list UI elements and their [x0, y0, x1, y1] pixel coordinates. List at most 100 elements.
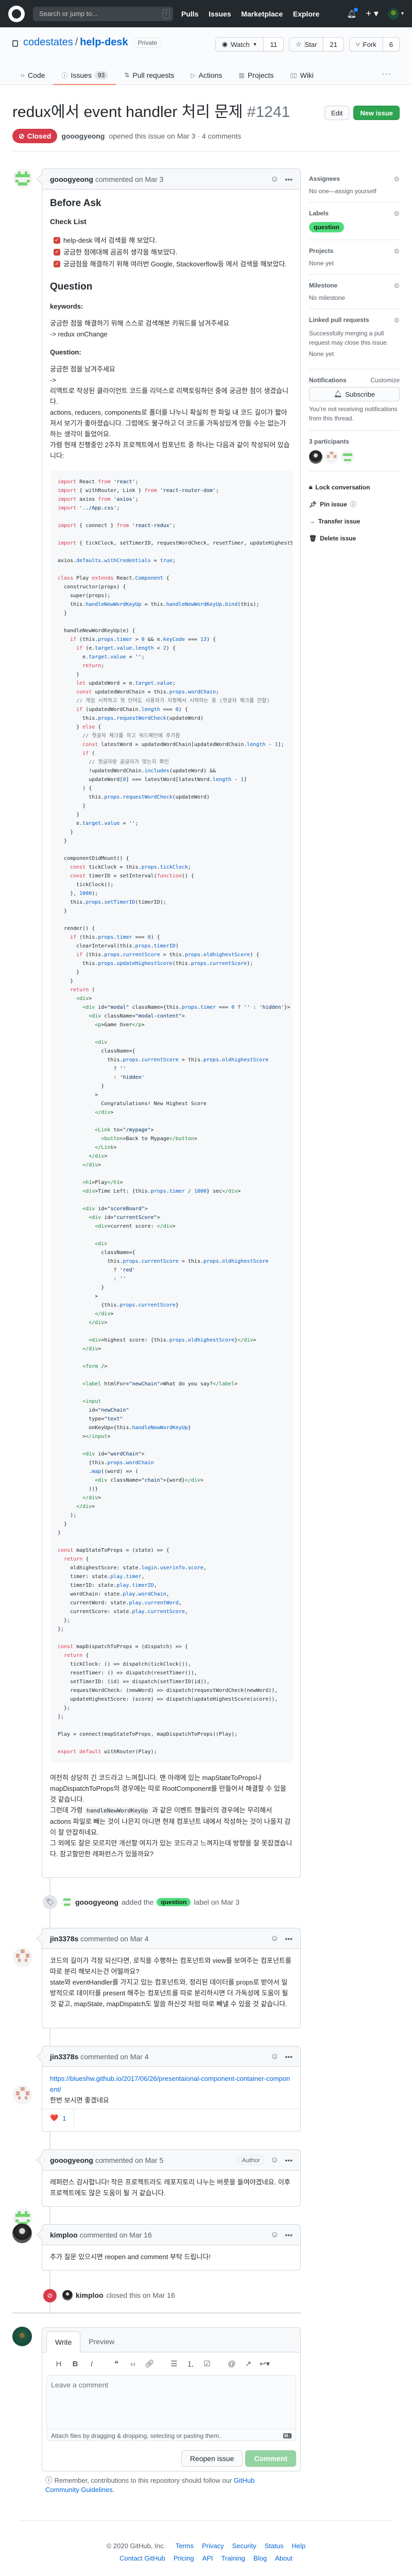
footer-link-api[interactable]: API	[202, 2554, 213, 2562]
reopen-issue-button[interactable]: Reopen issue	[181, 2450, 243, 2467]
lock-conversation-button[interactable]: 🔒︎ Lock conversation	[309, 479, 400, 496]
quote-icon[interactable]: ❝	[108, 2359, 125, 2368]
comment-date[interactable]: commented on Mar 4	[80, 1935, 148, 1943]
user-menu[interactable]: ▾	[387, 8, 404, 20]
gear-icon[interactable]: ⚙	[393, 282, 400, 290]
watch-button[interactable]: ◉ Watch ▼ 11	[215, 37, 284, 52]
avatar-jin3378s[interactable]	[13, 2085, 32, 2105]
kebab-menu-icon[interactable]: •••	[285, 2053, 293, 2061]
avatar-kimploo[interactable]	[12, 2224, 32, 2243]
sidebar-heading[interactable]: Labels	[309, 210, 329, 218]
kebab-menu-icon[interactable]: •••	[285, 1935, 293, 1943]
markdown-icon[interactable]: M↓	[283, 2433, 291, 2438]
sidebar-heading[interactable]: Milestone	[309, 282, 337, 290]
nav-pulls[interactable]: Pulls	[181, 10, 198, 18]
reference-link[interactable]: https://blueshw.github.io/2017/06/26/pre…	[50, 2075, 290, 2093]
star-count[interactable]: 21	[323, 38, 344, 51]
sidebar-heading[interactable]: Projects	[309, 247, 333, 256]
comment-author[interactable]: gooogyeong	[50, 2156, 93, 2164]
checkbox-checked-icon[interactable]: ✓	[54, 237, 60, 244]
comment-date[interactable]: commented on Mar 3	[95, 175, 163, 183]
nav-marketplace[interactable]: Marketplace	[241, 10, 283, 18]
tab-actions[interactable]: ▷ Actions	[182, 65, 230, 85]
watch-count[interactable]: 11	[263, 38, 283, 51]
label-question[interactable]: question	[309, 222, 344, 232]
footer-link-security[interactable]: Security	[232, 2542, 256, 2550]
footer-link-about[interactable]: About	[275, 2554, 293, 2562]
avatar-gooogyeong[interactable]	[62, 1897, 72, 1907]
gear-icon[interactable]: ⚙	[393, 210, 400, 218]
footer-link-terms[interactable]: Terms	[176, 2542, 194, 2550]
avatar-jin3378s[interactable]	[325, 450, 338, 464]
task-list-icon[interactable]: ☑	[199, 2359, 215, 2368]
pin-issue-button[interactable]: 📌︎ Pin issue ⓘ	[309, 496, 400, 513]
comment-author[interactable]: jin3378s	[50, 1935, 78, 1943]
sidebar-heading[interactable]: Linked pull requests	[309, 316, 369, 325]
nav-explore[interactable]: Explore	[293, 10, 319, 18]
italic-icon[interactable]: I	[83, 2360, 100, 2368]
cross-reference-icon[interactable]: ↗	[240, 2359, 256, 2368]
add-reaction-smiley-icon[interactable]: ☺	[270, 2052, 279, 2061]
github-logo-icon[interactable]	[8, 5, 25, 22]
new-issue-button[interactable]: New issue	[353, 106, 400, 120]
comment-date[interactable]: commented on Mar 4	[80, 2053, 148, 2061]
footer-link-status[interactable]: Status	[265, 2542, 284, 2550]
tab-issues[interactable]: ⓘ Issues 93	[53, 65, 116, 85]
footer-link-pricing[interactable]: Pricing	[174, 2554, 194, 2562]
footer-link-contact[interactable]: Contact GitHub	[119, 2554, 165, 2562]
create-new-plus-icon[interactable]: + ▾	[366, 8, 379, 19]
comment-date[interactable]: commented on Mar 5	[95, 2156, 163, 2164]
attach-files-bar[interactable]: Attach files by dragging & dropping, sel…	[47, 2429, 296, 2443]
avatar-current-user[interactable]	[12, 2327, 32, 2346]
label-question[interactable]: question	[157, 1898, 191, 1906]
subscribe-button[interactable]: 🔔︎ Subscribe	[309, 387, 400, 401]
footer-link-help[interactable]: Help	[292, 2542, 306, 2550]
tab-pull-requests[interactable]: ⇅ Pull requests	[116, 65, 182, 85]
event-actor[interactable]: gooogyeong	[75, 1898, 118, 1906]
comment-author[interactable]: kimploo	[50, 2231, 78, 2239]
tab-preview[interactable]: Preview	[80, 2331, 123, 2352]
bold-icon[interactable]: B	[67, 2360, 83, 2368]
comment-author[interactable]: gooogyeong	[50, 175, 93, 183]
fork-button[interactable]: ⑂ Fork 6	[349, 37, 400, 52]
checkbox-checked-icon[interactable]: ✓	[54, 249, 60, 256]
heading-icon[interactable]: H	[50, 2360, 67, 2368]
sidebar-heading[interactable]: Assignees	[309, 175, 340, 183]
nav-issues[interactable]: Issues	[209, 10, 231, 18]
avatar-kimploo[interactable]	[62, 2290, 73, 2300]
bulleted-list-icon[interactable]: ☰	[166, 2359, 182, 2368]
tab-write[interactable]: Write	[46, 2331, 81, 2352]
gear-icon[interactable]: ⚙	[393, 316, 400, 325]
customize-link[interactable]: Customize	[370, 377, 400, 384]
numbered-list-icon[interactable]: ⒈	[182, 2359, 199, 2369]
repo-owner-link[interactable]: codestates	[23, 37, 73, 48]
kebab-menu-icon[interactable]: •••	[285, 2231, 293, 2239]
avatar-gooogyeong[interactable]	[13, 168, 32, 188]
comment-button[interactable]: Comment	[245, 2450, 296, 2467]
gear-icon[interactable]: ⚙	[393, 247, 400, 256]
author-link[interactable]: gooogyeong	[61, 132, 105, 140]
add-reaction-smiley-icon[interactable]: ☺	[270, 1934, 279, 1943]
avatar-kimploo[interactable]	[309, 450, 322, 464]
more-tabs-button[interactable]: ···	[382, 70, 391, 79]
event-actor[interactable]: kimploo	[76, 2291, 104, 2299]
tab-wiki[interactable]: ▯▯ Wiki	[282, 65, 322, 85]
kebab-menu-icon[interactable]: •••	[285, 175, 293, 183]
footer-link-training[interactable]: Training	[221, 2554, 245, 2562]
assignees-value[interactable]: No one—assign yourself	[309, 188, 400, 195]
mention-icon[interactable]: @	[224, 2360, 240, 2368]
code-block[interactable]: import React from 'react'; import { withR…	[50, 470, 293, 1763]
add-reaction-smiley-icon[interactable]: ☺	[270, 2230, 279, 2240]
reaction-heart[interactable]: ❤️ 1	[42, 2109, 75, 2127]
tab-projects[interactable]: ▥ Projects	[230, 65, 282, 85]
comment-date[interactable]: commented on Mar 16	[80, 2231, 152, 2239]
footer-link-blog[interactable]: Blog	[253, 2554, 267, 2562]
code-icon[interactable]: ‹›	[125, 2360, 141, 2368]
avatar-gooogyeong[interactable]	[341, 450, 354, 464]
avatar-jin3378s[interactable]	[13, 1947, 32, 1967]
delete-issue-button[interactable]: 🗑︎ Delete issue	[309, 530, 400, 547]
edit-button[interactable]: Edit	[324, 106, 350, 120]
comment-textarea[interactable]	[47, 2376, 296, 2427]
gear-icon[interactable]: ⚙	[393, 175, 400, 183]
checkbox-checked-icon[interactable]: ✓	[54, 261, 60, 267]
